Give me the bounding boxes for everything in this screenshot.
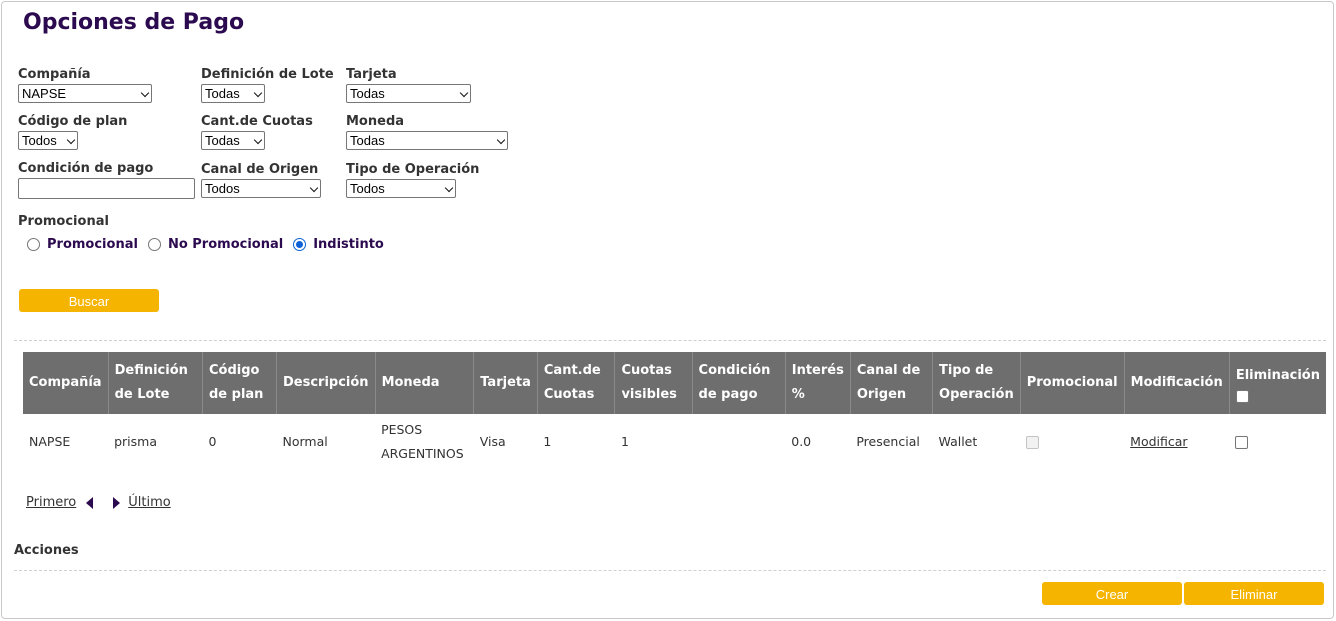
next-page-icon[interactable] <box>113 496 121 509</box>
col-interes: Interés % <box>785 352 851 414</box>
compania-select[interactable]: NAPSE <box>18 84 152 103</box>
moneda-select-value: Todas <box>350 133 385 148</box>
promocional-group-label: Promocional <box>18 214 109 229</box>
col-canal-origen: Canal de Origen <box>850 352 934 414</box>
radio-no-promocional[interactable] <box>147 238 161 251</box>
eliminar-button[interactable]: Eliminar <box>1184 582 1324 605</box>
page-frame: Opciones de Pago Compañía NAPSE Definici… <box>1 1 1334 619</box>
col-cuotas-visibles: Cuotas visibles <box>614 352 693 414</box>
tarjeta-label: Tarjeta <box>346 67 397 82</box>
col-promocional: Promocional <box>1020 352 1125 414</box>
promocional-checkbox <box>1026 436 1040 449</box>
moneda-label: Moneda <box>346 114 405 129</box>
section-divider <box>14 340 1326 341</box>
cell-tarjeta: Visa <box>479 434 506 449</box>
modificar-link[interactable]: Modificar <box>1130 434 1187 449</box>
canal-origen-select[interactable]: Todos <box>201 179 321 198</box>
moneda-select[interactable]: Todas <box>346 131 508 150</box>
chevron-down-icon <box>309 183 319 193</box>
cell-compania: NAPSE <box>29 434 71 449</box>
cell-tipo-operacion: Wallet <box>938 434 978 449</box>
radio-indistinto-label: Indistinto <box>313 237 384 252</box>
canal-origen-label: Canal de Origen <box>201 162 319 177</box>
col-moneda: Moneda <box>375 352 475 414</box>
tipo-operacion-select-value: Todos <box>350 181 385 196</box>
cant-cuotas-label: Cant.de Cuotas <box>201 114 313 129</box>
payment-options-table: Compañía Definición de Lote Código de pl… <box>23 352 1326 470</box>
buscar-button[interactable]: Buscar <box>19 289 159 312</box>
cell-definicion-lote: prisma <box>114 434 157 449</box>
tarjeta-select-value: Todas <box>350 86 385 101</box>
col-modificacion: Modificación <box>1124 352 1230 414</box>
tipo-operacion-label: Tipo de Operación <box>346 162 480 177</box>
cell-condicion-pago <box>692 414 785 470</box>
cell-cant-cuotas: 1 <box>543 434 552 449</box>
cell-modificacion: Modificar <box>1124 414 1229 470</box>
pagination: Primero Último <box>26 495 171 510</box>
cell-interes: 0.0 <box>791 434 812 449</box>
eliminar-checkbox[interactable] <box>1235 436 1249 449</box>
col-condicion-pago: Condición de pago <box>692 352 786 414</box>
compania-select-value: NAPSE <box>22 86 67 101</box>
chevron-down-icon <box>496 135 506 145</box>
acciones-heading: Acciones <box>14 543 79 558</box>
compania-label: Compañía <box>18 67 91 82</box>
definicion-lote-label: Definición de Lote <box>201 67 334 82</box>
codigo-plan-select-value: Todos <box>22 133 57 148</box>
canal-origen-select-value: Todos <box>205 181 240 196</box>
col-eliminacion-label: Eliminación <box>1235 367 1320 383</box>
select-all-checkbox[interactable] <box>1235 389 1249 403</box>
table-header-row: Compañía Definición de Lote Código de pl… <box>23 352 1326 414</box>
last-page-link[interactable]: Último <box>128 495 170 510</box>
radio-indistinto[interactable] <box>293 238 307 251</box>
col-tipo-operacion: Tipo de Operación <box>932 352 1021 414</box>
chevron-down-icon <box>444 183 454 193</box>
codigo-plan-select[interactable]: Todos <box>18 131 78 150</box>
first-page-link[interactable]: Primero <box>26 495 76 510</box>
col-definicion-lote: Definición de Lote <box>108 352 203 414</box>
table-row: NAPSE prisma 0 Normal PESOS ARGENTINOS V… <box>23 414 1326 470</box>
acciones-divider <box>14 570 1326 571</box>
promocional-radio-group: Promocional No Promocional Indistinto <box>27 237 394 252</box>
previous-page-icon[interactable] <box>86 496 94 509</box>
definicion-lote-select-value: Todas <box>205 86 240 101</box>
col-eliminacion: Eliminación <box>1229 352 1326 414</box>
codigo-plan-label: Código de plan <box>18 114 128 129</box>
cell-codigo-plan: 0 <box>208 434 217 449</box>
radio-promocional[interactable] <box>27 238 40 251</box>
chevron-down-icon <box>459 88 469 98</box>
chevron-down-icon <box>253 135 263 145</box>
cell-cuotas-visibles: 1 <box>620 434 629 449</box>
col-cant-cuotas: Cant.de Cuotas <box>537 352 616 414</box>
cant-cuotas-select[interactable]: Todas <box>201 131 265 150</box>
cell-promocional <box>1020 414 1124 470</box>
condicion-pago-label: Condición de pago <box>18 161 154 176</box>
cell-canal-origen: Presencial <box>856 434 920 449</box>
chevron-down-icon <box>253 88 263 98</box>
col-codigo-plan: Código de plan <box>202 352 277 414</box>
cell-eliminacion <box>1229 414 1326 470</box>
condicion-pago-input[interactable] <box>18 178 195 199</box>
radio-promocional-label: Promocional <box>47 237 138 252</box>
col-tarjeta: Tarjeta <box>473 352 538 414</box>
cell-moneda: PESOS ARGENTINOS <box>381 422 464 461</box>
crear-button[interactable]: Crear <box>1042 582 1182 605</box>
tipo-operacion-select[interactable]: Todos <box>346 179 456 198</box>
definicion-lote-select[interactable]: Todas <box>201 84 265 103</box>
cant-cuotas-select-value: Todas <box>205 133 240 148</box>
tarjeta-select[interactable]: Todas <box>346 84 471 103</box>
col-descripcion: Descripción <box>276 352 376 414</box>
page-title: Opciones de Pago <box>23 10 245 35</box>
cell-descripcion: Normal <box>282 434 328 449</box>
col-compania: Compañía <box>23 352 109 414</box>
radio-no-promocional-label: No Promocional <box>167 237 284 252</box>
chevron-down-icon <box>66 135 76 145</box>
chevron-down-icon <box>140 88 150 98</box>
